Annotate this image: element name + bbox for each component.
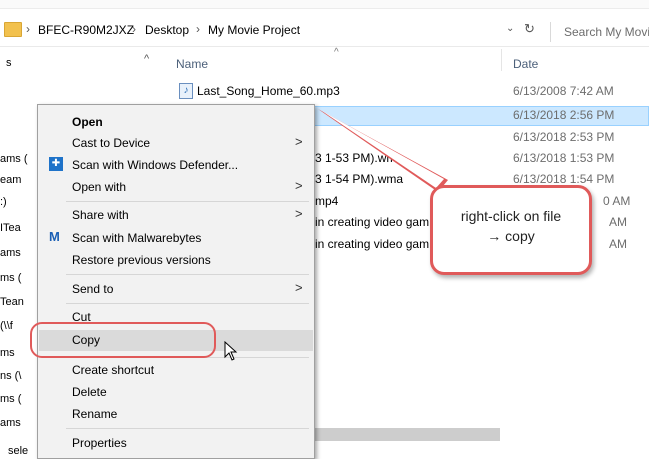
menu-item-restore-versions[interactable]: Restore previous versions: [72, 253, 211, 267]
menu-item-cast-to-device[interactable]: Cast to Device: [72, 136, 150, 150]
menu-item-scan-malwarebytes[interactable]: Scan with Malwarebytes: [72, 231, 201, 245]
menu-separator: [66, 274, 309, 275]
malwarebytes-icon: M: [49, 229, 60, 244]
annotation-callout: right-click on file → copy: [430, 185, 592, 275]
menu-item-open[interactable]: Open: [72, 115, 103, 129]
windows-defender-icon: ✚: [49, 157, 63, 171]
menu-item-properties[interactable]: Properties: [72, 436, 127, 450]
menu-item-share-with[interactable]: Share with: [72, 208, 129, 222]
menu-item-send-to[interactable]: Send to: [72, 282, 113, 296]
mouse-pointer-icon: [224, 341, 238, 361]
menu-item-scan-defender[interactable]: Scan with Windows Defender...: [72, 158, 238, 172]
menu-separator: [66, 428, 309, 429]
chevron-right-icon: >: [295, 206, 303, 221]
chevron-right-icon: >: [295, 178, 303, 193]
chevron-right-icon: >: [295, 134, 303, 149]
context-menu[interactable]: Open Cast to Device > ✚ Scan with Window…: [37, 104, 315, 459]
menu-item-rename[interactable]: Rename: [72, 407, 117, 421]
callout-line-1: right-click on file: [460, 208, 562, 224]
menu-item-create-shortcut[interactable]: Create shortcut: [72, 363, 154, 377]
chevron-right-icon: >: [295, 280, 303, 295]
callout-line-2: → copy: [487, 228, 535, 244]
menu-item-delete[interactable]: Delete: [72, 385, 107, 399]
menu-item-open-with[interactable]: Open with: [72, 180, 126, 194]
menu-separator: [66, 201, 309, 202]
callout-text: right-click on file → copy: [433, 206, 589, 246]
menu-separator: [66, 303, 309, 304]
annotation-highlight-ring: [30, 322, 216, 358]
